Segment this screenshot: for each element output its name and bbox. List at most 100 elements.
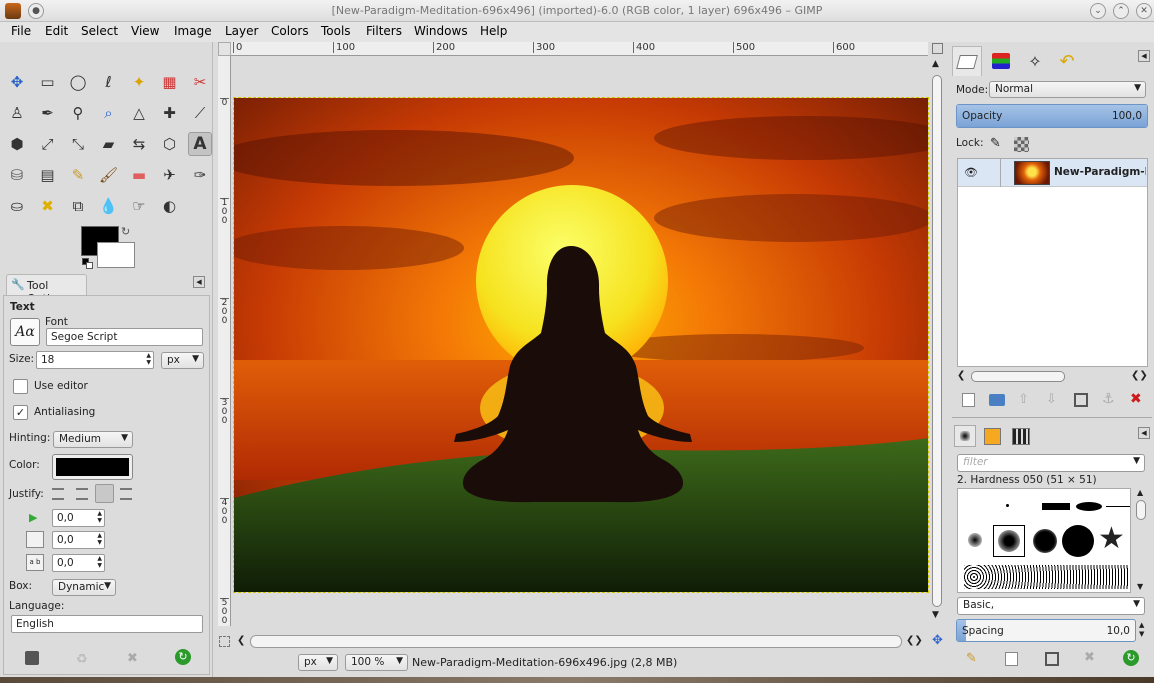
- scroll-up-icon[interactable]: ▲: [1137, 488, 1143, 497]
- menu-help[interactable]: Help: [480, 24, 507, 38]
- size-unit-combo[interactable]: px ▼: [161, 352, 204, 369]
- image-canvas[interactable]: [233, 97, 929, 593]
- menu-image[interactable]: Image: [174, 24, 212, 38]
- language-field[interactable]: English: [11, 615, 203, 633]
- scroll-right-icon[interactable]: ❮❯: [906, 635, 923, 646]
- tool-ink-icon[interactable]: ✑: [188, 163, 212, 187]
- brush-soft-small[interactable]: [968, 533, 982, 547]
- use-editor-checkbox[interactable]: [13, 379, 28, 394]
- edit-brush-icon[interactable]: ✎: [966, 651, 977, 666]
- tool-flip-icon[interactable]: ⇆: [127, 132, 151, 156]
- menu-filters[interactable]: Filters: [366, 24, 402, 38]
- tool-perspective-clone-icon[interactable]: ⧉: [66, 194, 90, 218]
- brush-star[interactable]: ★: [1098, 523, 1125, 555]
- menu-tools[interactable]: Tools: [321, 24, 351, 38]
- tool-align-icon[interactable]: ✚: [158, 101, 182, 125]
- layer-name[interactable]: New-Paradigm-Med: [1054, 166, 1146, 178]
- tab-undo-history[interactable]: ↶: [1052, 46, 1082, 76]
- horizontal-scrollbar[interactable]: [250, 635, 902, 648]
- brush-line[interactable]: [1106, 506, 1130, 507]
- brush-hard-medium[interactable]: [1033, 529, 1057, 553]
- size-spinbutton[interactable]: 18 ▲ ▼: [36, 351, 154, 369]
- tab-channels[interactable]: [986, 46, 1016, 76]
- configure-tab-icon[interactable]: ◀: [1138, 50, 1150, 62]
- tool-pencil-icon[interactable]: ✎: [66, 163, 90, 187]
- tab-paths[interactable]: ✧: [1020, 46, 1050, 76]
- vertical-scrollbar[interactable]: ▲ ▼: [930, 57, 944, 627]
- duplicate-brush-icon[interactable]: [1045, 652, 1059, 666]
- tool-move-icon[interactable]: ✥: [5, 70, 29, 94]
- justify-center-icon[interactable]: [95, 484, 114, 503]
- text-color-button[interactable]: [52, 454, 133, 480]
- brush-texture-row[interactable]: [964, 565, 1128, 589]
- brush-filter-combo[interactable]: filter ▼: [957, 454, 1145, 472]
- tool-cage-transform-icon[interactable]: ⬡: [158, 132, 182, 156]
- brush-grid[interactable]: ★: [957, 488, 1131, 593]
- spacing-spin-arrows-icon[interactable]: ▲ ▼: [1139, 621, 1144, 639]
- spin-arrows-icon[interactable]: ▲ ▼: [97, 555, 102, 569]
- tool-ellipse-select-icon[interactable]: ◯: [66, 70, 90, 94]
- tool-measure-icon[interactable]: △: [127, 101, 151, 125]
- chain-icon[interactable]: [1000, 159, 1010, 187]
- tab-layers[interactable]: [952, 46, 982, 76]
- configure-tab-icon[interactable]: ◀: [193, 276, 205, 288]
- mode-combo[interactable]: Normal ▼: [989, 81, 1146, 98]
- swap-colors-icon[interactable]: ↻: [121, 225, 130, 238]
- vertical-scroll-thumb[interactable]: [932, 75, 942, 607]
- tab-patterns[interactable]: [984, 428, 1001, 445]
- brush-pixel[interactable]: [1006, 504, 1009, 507]
- save-options-icon[interactable]: [25, 651, 39, 665]
- tool-shear-icon[interactable]: ▰: [97, 132, 121, 156]
- navigate-cross-icon[interactable]: ✥: [932, 633, 943, 648]
- tool-unified-transform-icon[interactable]: ⬢: [5, 132, 29, 156]
- justify-fill-icon[interactable]: [120, 488, 132, 500]
- tool-paths-icon[interactable]: ✒: [36, 101, 60, 125]
- tool-heal-icon[interactable]: ✖: [36, 194, 60, 218]
- brush-grid-vscroll[interactable]: ▲ ▼: [1134, 488, 1148, 593]
- tool-foreground-select-icon[interactable]: ♙: [5, 101, 29, 125]
- tool-rect-select-icon[interactable]: ▭: [36, 70, 60, 94]
- tool-zoom-icon[interactable]: ⌕: [97, 101, 121, 125]
- tool-dodge-burn-icon[interactable]: ◐: [158, 194, 182, 218]
- scroll-up-icon[interactable]: ▲: [932, 59, 939, 69]
- font-field[interactable]: Segoe Script: [46, 328, 203, 346]
- menu-colors[interactable]: Colors: [271, 24, 309, 38]
- eye-icon[interactable]: 👁: [964, 166, 978, 179]
- hinting-combo[interactable]: Medium ▼: [53, 431, 133, 448]
- lock-pixels-icon[interactable]: ✎: [990, 136, 1001, 151]
- background-color-swatch[interactable]: [97, 242, 135, 268]
- tool-blur-icon[interactable]: 💧: [97, 194, 121, 218]
- horizontal-ruler[interactable]: 0 100 200 300 400 500 600: [231, 42, 928, 56]
- justify-right-icon[interactable]: [76, 488, 88, 500]
- antialiasing-checkbox[interactable]: ✓: [13, 405, 28, 420]
- new-brush-icon[interactable]: [1005, 652, 1018, 666]
- menu-layer[interactable]: Layer: [225, 24, 258, 38]
- spin-arrows-icon[interactable]: ▲ ▼: [146, 352, 151, 366]
- configure-tab-icon[interactable]: ◀: [1138, 427, 1150, 439]
- tool-color-picker-icon[interactable]: ⚲: [66, 101, 90, 125]
- menu-edit[interactable]: Edit: [45, 24, 68, 38]
- tool-scissors-icon[interactable]: ✂: [188, 70, 212, 94]
- brush-scroll-thumb[interactable]: [1136, 500, 1146, 520]
- duplicate-layer-icon[interactable]: [1074, 393, 1088, 407]
- close-button[interactable]: ✕: [1136, 3, 1152, 19]
- zoom-combo[interactable]: 100 % ▼: [345, 654, 408, 671]
- new-layer-icon[interactable]: [962, 393, 975, 407]
- tool-select-by-color-icon[interactable]: ▦: [158, 70, 182, 94]
- delete-layer-icon[interactable]: ✖: [1130, 391, 1142, 407]
- brush-tag-combo[interactable]: Basic, ▼: [957, 597, 1145, 615]
- scroll-left-icon[interactable]: ❮: [237, 635, 245, 646]
- letter-spacing-spinbutton[interactable]: 0,0 ▲ ▼: [52, 554, 105, 572]
- tool-paintbrush-icon[interactable]: 🖌: [97, 163, 121, 187]
- tool-free-select-icon[interactable]: ℓ: [97, 70, 121, 94]
- spin-arrows-icon[interactable]: ▲ ▼: [97, 532, 102, 546]
- tool-smudge-icon[interactable]: ☞: [127, 194, 151, 218]
- unit-combo[interactable]: px ▼: [298, 654, 338, 671]
- menu-select[interactable]: Select: [81, 24, 118, 38]
- tool-clone-icon[interactable]: ⛀: [5, 194, 29, 218]
- layer-row[interactable]: 👁 New-Paradigm-Med: [958, 159, 1147, 187]
- menu-windows[interactable]: Windows: [414, 24, 468, 38]
- vertical-ruler[interactable]: 0 100 200 300 400 500: [218, 56, 231, 626]
- indent-spinbutton[interactable]: 0,0 ▲ ▼: [52, 509, 105, 527]
- spin-arrows-icon[interactable]: ▲ ▼: [97, 510, 102, 524]
